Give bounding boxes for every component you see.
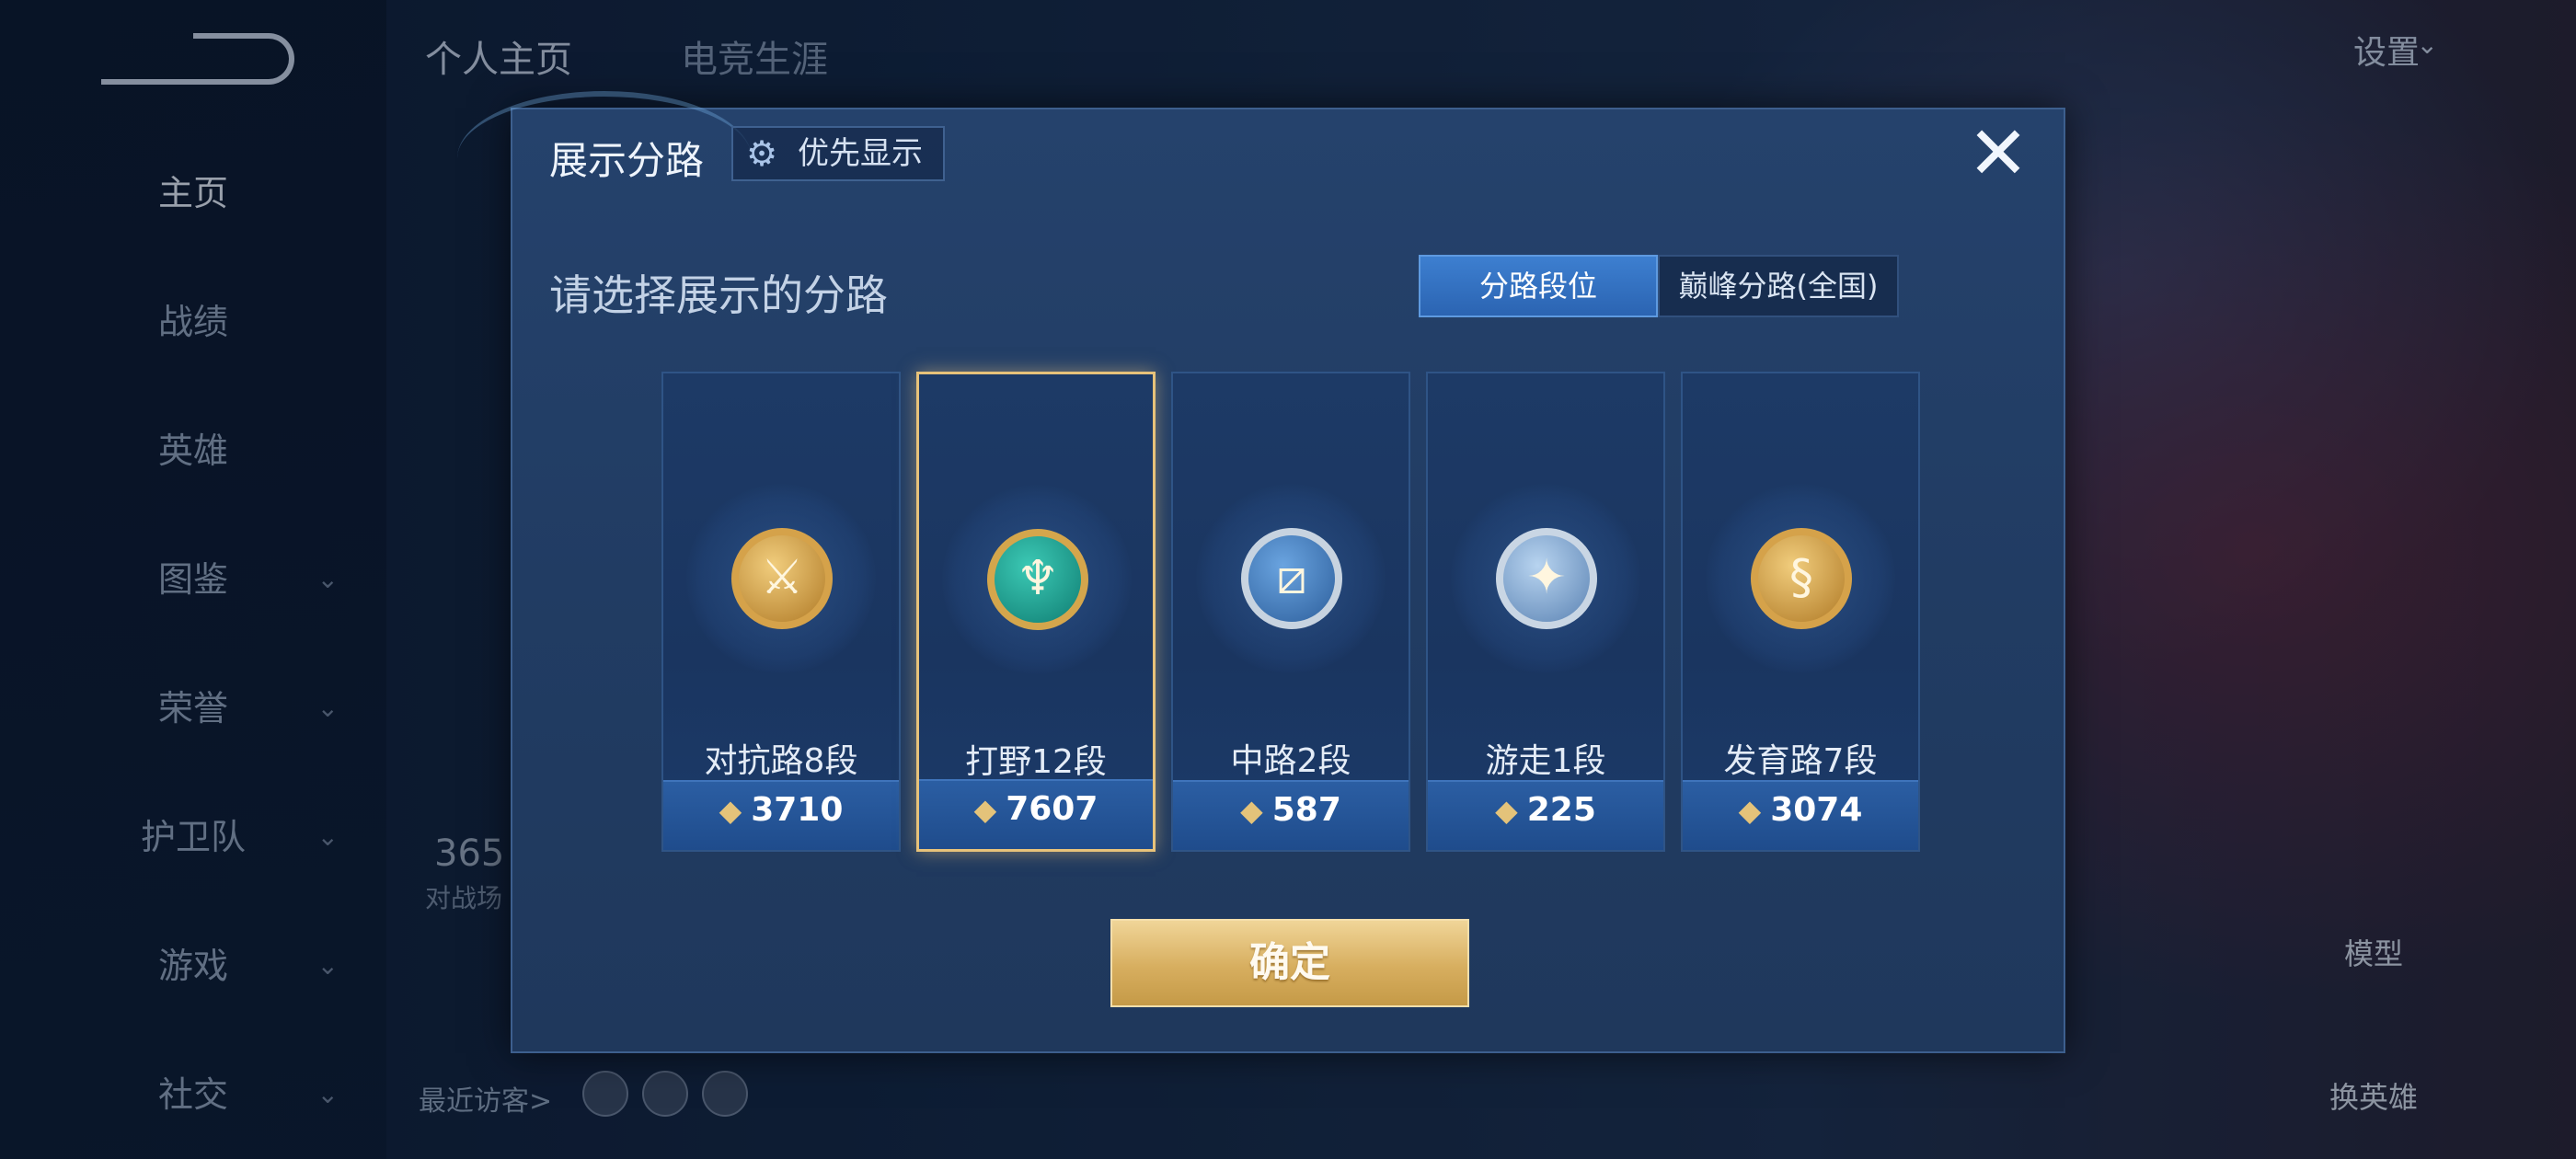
close-icon[interactable]: ✕ xyxy=(1966,117,2030,190)
gear-icon: ⚙ xyxy=(746,133,778,174)
dialog-title: 展示分路 xyxy=(549,138,705,183)
score-bar: ◆ 3710 xyxy=(663,780,899,850)
score-bar: ◆ 225 xyxy=(1428,780,1663,850)
farm-lane-badge-icon: § xyxy=(1751,528,1852,629)
lane-rank-label: 游走1段 xyxy=(1485,742,1606,780)
lane-card-mid[interactable]: ⧄ 中路2段 ◆ 587 xyxy=(1171,372,1410,852)
points-icon: ◆ xyxy=(973,792,997,827)
score-bar: ◆ 587 xyxy=(1173,780,1409,850)
lane-rank-label: 发育路7段 xyxy=(1723,742,1878,780)
points-icon: ◆ xyxy=(1240,793,1263,828)
dialog-subtitle: 请选择展示的分路 xyxy=(549,270,888,320)
priority-display-button[interactable]: ⚙ 优先显示 xyxy=(731,126,945,181)
lane-card-clash[interactable]: ⚔ 对抗路8段 ◆ 3710 xyxy=(661,372,901,852)
points-icon: ◆ xyxy=(1738,793,1762,828)
lane-card-jungle[interactable]: ♆ 打野12段 ◆ 7607 xyxy=(916,372,1156,852)
lane-rank-label: 对抗路8段 xyxy=(704,742,858,780)
clash-lane-badge-icon: ⚔ xyxy=(731,528,833,629)
lane-card-roam[interactable]: ✦ 游走1段 ◆ 225 xyxy=(1426,372,1665,852)
mid-lane-badge-icon: ⧄ xyxy=(1241,528,1342,629)
lane-score: 587 xyxy=(1271,791,1341,829)
lane-display-dialog: 展示分路 ⚙ 优先显示 ✕ 请选择展示的分路 分路段位 巅峰分路(全国) ⚔ 对… xyxy=(457,91,2065,1053)
points-icon: ◆ xyxy=(1495,793,1518,828)
tab-lane-rank[interactable]: 分路段位 xyxy=(1419,255,1658,317)
jungle-badge-icon: ♆ xyxy=(987,529,1088,630)
lane-score: 7607 xyxy=(1006,790,1098,828)
lane-score: 3710 xyxy=(751,791,844,829)
priority-display-label: 优先显示 xyxy=(798,135,923,172)
lane-score: 3074 xyxy=(1770,791,1863,829)
score-bar: ◆ 3074 xyxy=(1683,780,1918,850)
lane-rank-label: 打野12段 xyxy=(965,743,1107,781)
confirm-button[interactable]: 确定 xyxy=(1110,919,1469,1007)
lane-rank-label: 中路2段 xyxy=(1230,742,1351,780)
lane-score: 225 xyxy=(1526,791,1596,829)
tab-peak-lane[interactable]: 巅峰分路(全国) xyxy=(1658,255,1899,317)
score-bar: ◆ 7607 xyxy=(919,779,1153,849)
lane-card-farm[interactable]: § 发育路7段 ◆ 3074 xyxy=(1681,372,1920,852)
points-icon: ◆ xyxy=(719,793,742,828)
roam-badge-icon: ✦ xyxy=(1496,528,1597,629)
